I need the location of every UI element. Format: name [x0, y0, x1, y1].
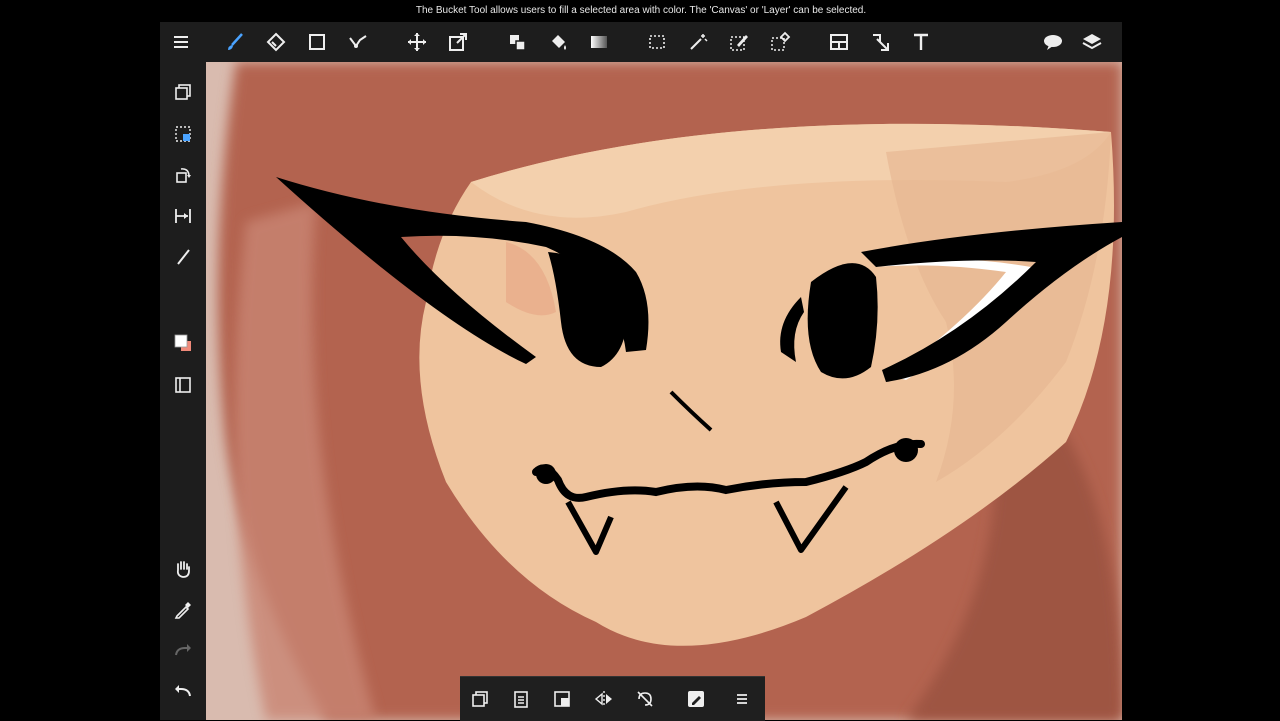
- rotate-icon: [176, 168, 191, 183]
- copy-icon: [472, 691, 488, 707]
- selection-rect-icon: [649, 35, 665, 49]
- snap-icon: [175, 209, 191, 223]
- flip-icon: [594, 691, 612, 707]
- layers-icon: [1082, 34, 1102, 50]
- selection-eraser-icon: [771, 31, 791, 51]
- rotate-lock-button[interactable]: [631, 685, 659, 713]
- edit-icon: [688, 691, 704, 707]
- brush-size-button[interactable]: [169, 243, 197, 271]
- gradient-tool-button[interactable]: [585, 28, 613, 56]
- clear-button[interactable]: [548, 685, 576, 713]
- text-tool-button[interactable]: [907, 28, 935, 56]
- eraser-tool-button[interactable]: [262, 28, 290, 56]
- edit-button[interactable]: [682, 685, 710, 713]
- text-icon: [914, 33, 928, 50]
- menu-icon: [174, 36, 188, 48]
- copy-icon: [175, 84, 191, 100]
- deselect-button[interactable]: [169, 120, 197, 148]
- rotate-button[interactable]: [169, 161, 197, 189]
- move-icon: [408, 33, 426, 51]
- selection-pen-tool-button[interactable]: [725, 28, 753, 56]
- layout-icon: [830, 34, 848, 50]
- brush-tool-button[interactable]: [221, 28, 249, 56]
- bucket-icon: [552, 35, 566, 50]
- shape-icon: [309, 34, 325, 50]
- speech-bubble-icon: [1044, 35, 1062, 50]
- eyedropper-icon: [174, 602, 191, 619]
- left-toolbar: [160, 62, 206, 720]
- paste-button[interactable]: [507, 685, 535, 713]
- redo-icon: [175, 644, 191, 656]
- brush-icon: [228, 33, 243, 50]
- color-swatch-button[interactable]: [169, 329, 197, 357]
- copy-layer-button[interactable]: [169, 78, 197, 106]
- drawing-canvas[interactable]: [206, 62, 1122, 720]
- clear-icon: [554, 691, 570, 707]
- layer-panel-icon: [175, 377, 191, 393]
- layout-tool-button[interactable]: [825, 28, 853, 56]
- canvas-artwork: [206, 62, 1122, 720]
- eyedropper-button[interactable]: [169, 596, 197, 624]
- color-swatch: [174, 334, 191, 351]
- gradient-icon: [591, 36, 607, 48]
- hand-tool-button[interactable]: [169, 555, 197, 583]
- brush-size-icon: [177, 249, 190, 265]
- paste-icon: [514, 691, 528, 708]
- copy-button[interactable]: [466, 685, 494, 713]
- rotate-lock-icon: [637, 691, 653, 707]
- selection-pen-icon: [730, 35, 748, 51]
- lasso-fill-tool-button[interactable]: [344, 28, 372, 56]
- bucket-tool-button[interactable]: [544, 28, 572, 56]
- deselect-icon: [175, 126, 191, 142]
- flip-button[interactable]: [590, 685, 618, 713]
- select-lasso-icon: [349, 35, 367, 48]
- fill-color-tool-button[interactable]: [503, 28, 531, 56]
- menu-icon: [737, 694, 747, 704]
- operation-tool-button[interactable]: [866, 28, 894, 56]
- layer-panel-button[interactable]: [169, 371, 197, 399]
- magic-wand-icon: [690, 34, 708, 50]
- transform-tool-button[interactable]: [444, 28, 472, 56]
- eraser-icon: [266, 32, 286, 52]
- fill-color-icon: [510, 35, 526, 51]
- top-toolbar: [160, 22, 1122, 62]
- transform-icon: [449, 33, 467, 51]
- layers-button[interactable]: [1078, 28, 1106, 56]
- magic-wand-tool-button[interactable]: [684, 28, 712, 56]
- hand-icon: [176, 561, 190, 578]
- snap-button[interactable]: [169, 202, 197, 230]
- redo-button[interactable]: [169, 637, 197, 665]
- tool-hint-text: The Bucket Tool allows users to fill a s…: [415, 5, 867, 16]
- more-menu-button[interactable]: [728, 685, 756, 713]
- bottom-action-bar: [460, 676, 765, 721]
- undo-icon: [175, 685, 191, 697]
- operation-icon: [873, 34, 889, 51]
- selection-tool-button[interactable]: [643, 28, 671, 56]
- speech-bubble-button[interactable]: [1039, 28, 1067, 56]
- undo-button[interactable]: [169, 678, 197, 706]
- shape-tool-button[interactable]: [303, 28, 331, 56]
- menu-button[interactable]: [167, 28, 195, 56]
- move-tool-button[interactable]: [403, 28, 431, 56]
- selection-eraser-tool-button[interactable]: [766, 28, 794, 56]
